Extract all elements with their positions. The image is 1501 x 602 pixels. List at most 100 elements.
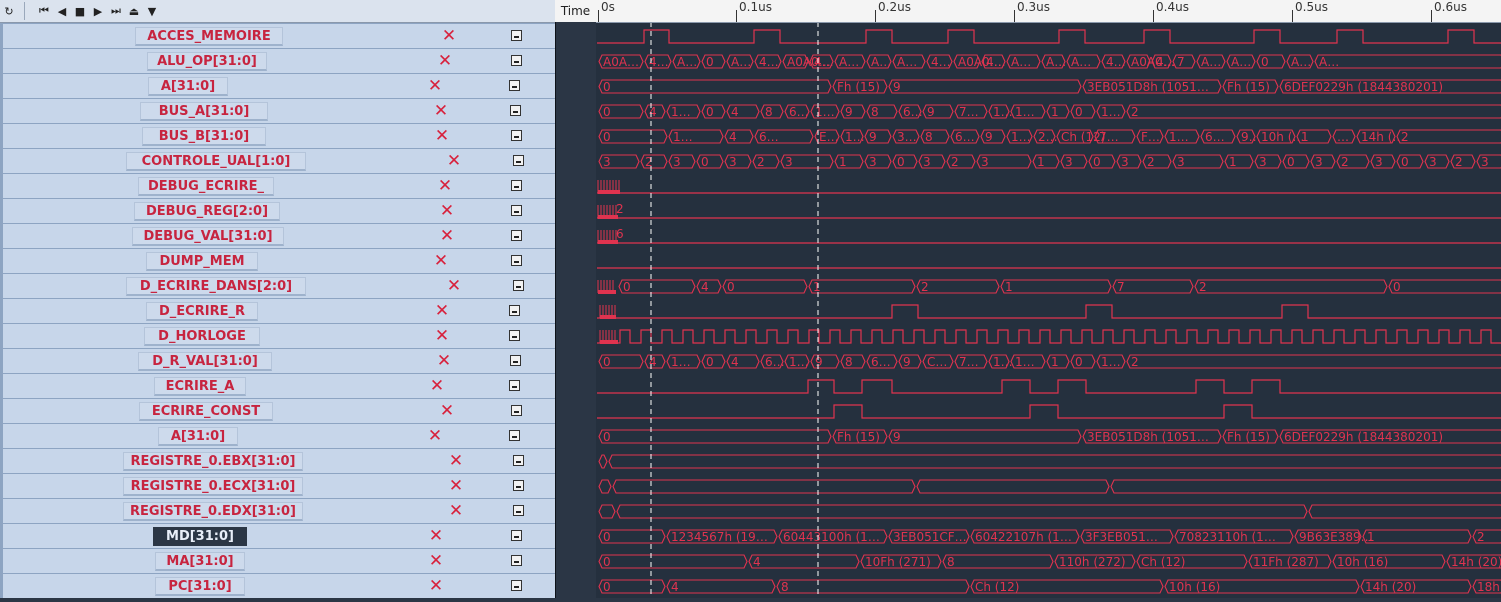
collapse-signal-icon[interactable] <box>510 105 521 116</box>
waveform-row[interactable]: 0 4 1… 0 4 8 6… 1… 9 8 6… 9 7… 1… 1… 1 0 1… 2 <box>598 104 1501 119</box>
prev-icon[interactable]: ◀ <box>53 2 71 20</box>
remove-signal-icon[interactable]: ✕ <box>441 28 457 45</box>
waveform-row[interactable] <box>598 504 1501 519</box>
signal-row[interactable]: ALU_OP[31:0] ✕ <box>3 49 555 73</box>
signal-name[interactable]: REGISTRE_0.EBX[31:0] <box>123 452 303 471</box>
signal-name[interactable]: BUS_A[31:0] <box>140 102 268 121</box>
waveform-row[interactable]: 0 1… 4 6… E… 1… 9 3… 8 6… 9 1… 2… Ch (12)7… F… 1… 6… 9… 10… <box>598 129 1501 144</box>
remove-signal-icon[interactable]: ✕ <box>427 78 443 95</box>
waveform-row[interactable] <box>598 479 1501 494</box>
stop-icon[interactable]: ■ <box>71 2 89 20</box>
signal-row[interactable]: ECRIRE_A ✕ <box>3 374 555 398</box>
signal-name[interactable]: D_HORLOGE <box>144 327 260 346</box>
signal-row[interactable]: MA[31:0] ✕ <box>3 549 555 573</box>
remove-signal-icon[interactable]: ✕ <box>433 253 449 270</box>
remove-signal-icon[interactable]: ✕ <box>439 228 455 245</box>
signal-name[interactable]: ECRIRE_A <box>154 377 246 396</box>
signal-row[interactable]: DEBUG_REG[2:0] ✕ <box>3 199 555 223</box>
signal-row[interactable]: BUS_A[31:0] ✕ <box>3 99 555 123</box>
signal-row[interactable]: BUS_B[31:0] ✕ <box>3 124 555 148</box>
signal-name[interactable]: MA[31:0] <box>155 552 245 571</box>
collapse-signal-icon[interactable] <box>509 80 520 91</box>
signal-row[interactable]: REGISTRE_0.EBX[31:0] ✕ <box>3 449 555 473</box>
signal-row[interactable]: PC[31:0] ✕ <box>3 574 555 598</box>
waveform-row[interactable] <box>597 379 1501 394</box>
first-icon[interactable]: ⏮ <box>35 2 53 20</box>
eject-icon[interactable]: ⏏ <box>125 2 143 20</box>
signal-row[interactable]: D_R_VAL[31:0] ✕ <box>3 349 555 373</box>
signal-row[interactable]: DEBUG_VAL[31:0] ✕ <box>3 224 555 248</box>
waveform-row[interactable]: 0 Fh (15) 9 3EB051D8h (1051… Fh (15) 6DEF0229… <box>598 429 1501 444</box>
collapse-signal-icon[interactable] <box>513 155 524 166</box>
collapse-signal-icon[interactable] <box>511 205 522 216</box>
signal-name[interactable]: REGISTRE_0.ECX[31:0] <box>123 477 303 496</box>
waveform-row[interactable]: 2 <box>616 202 624 216</box>
waveform-row[interactable]: 6 <box>616 227 624 241</box>
remove-signal-icon[interactable]: ✕ <box>446 278 462 295</box>
remove-signal-icon[interactable]: ✕ <box>437 178 453 195</box>
signal-name[interactable]: D_ECRIRE_R <box>146 302 258 321</box>
waveform-row[interactable] <box>599 330 618 344</box>
remove-signal-icon[interactable]: ✕ <box>427 428 443 445</box>
collapse-signal-icon[interactable] <box>511 555 522 566</box>
signal-name[interactable]: D_ECRIRE_DANS[2:0] <box>126 277 306 296</box>
collapse-signal-icon[interactable] <box>511 530 522 541</box>
signal-name[interactable]: BUS_B[31:0] <box>142 127 266 146</box>
collapse-signal-icon[interactable] <box>511 30 522 41</box>
remove-signal-icon[interactable]: ✕ <box>434 303 450 320</box>
waveform-row[interactable] <box>597 304 1501 319</box>
signal-row[interactable]: D_HORLOGE ✕ <box>3 324 555 348</box>
signal-row[interactable]: DEBUG_ECRIRE_ ✕ <box>3 174 555 198</box>
waveform-row[interactable] <box>597 230 618 244</box>
waveform-canvas[interactable]: A0A… 4… A… 0 A… 4… A0A0…4… A… A… A… 4… A0A0…4… A… A… A… <box>596 0 1501 598</box>
signal-name[interactable]: DEBUG_REG[2:0] <box>134 202 280 221</box>
remove-signal-icon[interactable]: ✕ <box>428 553 444 570</box>
waveform-row[interactable] <box>597 180 620 194</box>
signal-name[interactable]: ECRIRE_CONST <box>139 402 273 421</box>
signal-name[interactable]: D_R_VAL[31:0] <box>138 352 272 371</box>
waveform-row[interactable]: 0 4 1… 0 4 6… 1… 9 8 6… 9 C… 7… 1… 1… 1 0 1… 2 <box>598 354 1501 369</box>
collapse-signal-icon[interactable] <box>511 405 522 416</box>
signal-row[interactable]: D_ECRIRE_R ✕ <box>3 299 555 323</box>
remove-signal-icon[interactable]: ✕ <box>434 328 450 345</box>
waveform-row[interactable] <box>597 280 616 294</box>
waveform-row[interactable]: 0 Fh (15) 9 3EB051D8h (1051… Fh (15) 6DEF0229… <box>598 79 1501 94</box>
signal-row[interactable]: CONTROLE_UAL[1:0] ✕ <box>3 149 555 173</box>
signal-name[interactable]: ACCES_MEMOIRE <box>135 27 283 46</box>
remove-signal-icon[interactable]: ✕ <box>446 153 462 170</box>
signal-row[interactable]: DUMP_MEM ✕ <box>3 249 555 273</box>
remove-signal-icon[interactable]: ✕ <box>428 528 444 545</box>
collapse-signal-icon[interactable] <box>511 180 522 191</box>
remove-signal-icon[interactable]: ✕ <box>428 578 444 595</box>
collapse-signal-icon[interactable] <box>509 330 520 341</box>
signal-row[interactable]: REGISTRE_0.ECX[31:0] ✕ <box>3 474 555 498</box>
collapse-signal-icon[interactable] <box>511 55 522 66</box>
signal-name[interactable]: REGISTRE_0.EDX[31:0] <box>123 502 303 521</box>
waveform-row[interactable] <box>597 404 1501 419</box>
time-ruler[interactable]: 0s 0.1us 0.2us 0.3us 0.4us 0.5us 0.6us <box>596 0 1501 23</box>
remove-signal-icon[interactable]: ✕ <box>448 478 464 495</box>
collapse-signal-icon[interactable] <box>513 280 524 291</box>
collapse-signal-icon[interactable] <box>513 455 524 466</box>
collapse-signal-icon[interactable] <box>509 430 520 441</box>
refresh-icon[interactable]: ↻ <box>0 2 18 20</box>
waveform-row[interactable]: 0 4 8 Ch (12) 10h (16) 14h (20) 18h <box>598 579 1501 594</box>
signal-row[interactable]: MD[31:0] ✕ <box>3 524 555 548</box>
signal-name[interactable]: A[31:0] <box>148 77 228 96</box>
signal-name[interactable]: MD[31:0] <box>153 527 247 546</box>
collapse-signal-icon[interactable] <box>511 130 522 141</box>
signal-name[interactable]: DEBUG_ECRIRE_ <box>138 177 274 196</box>
remove-signal-icon[interactable]: ✕ <box>437 53 453 70</box>
collapse-signal-icon[interactable] <box>509 305 520 316</box>
remove-signal-icon[interactable]: ✕ <box>434 128 450 145</box>
waveform-row[interactable] <box>597 329 1501 344</box>
signal-row[interactable]: ACCES_MEMOIRE ✕ <box>3 24 555 48</box>
remove-signal-icon[interactable]: ✕ <box>439 203 455 220</box>
remove-signal-icon[interactable]: ✕ <box>429 378 445 395</box>
signal-name[interactable]: PC[31:0] <box>155 577 245 596</box>
waveform-row[interactable]: 0 1234567h (19… 60443100h (1… 3EB051CF… 6042… <box>598 529 1501 544</box>
next-icon[interactable]: ▶ <box>89 2 107 20</box>
waveform-row[interactable] <box>597 29 1501 44</box>
waveform-area[interactable]: A0A… 4… A… 0 A… 4… A0A0… 4… A… A… A… 4… A0A0… 4… A… A… A… <box>596 0 1501 598</box>
signal-name[interactable]: DUMP_MEM <box>146 252 258 271</box>
